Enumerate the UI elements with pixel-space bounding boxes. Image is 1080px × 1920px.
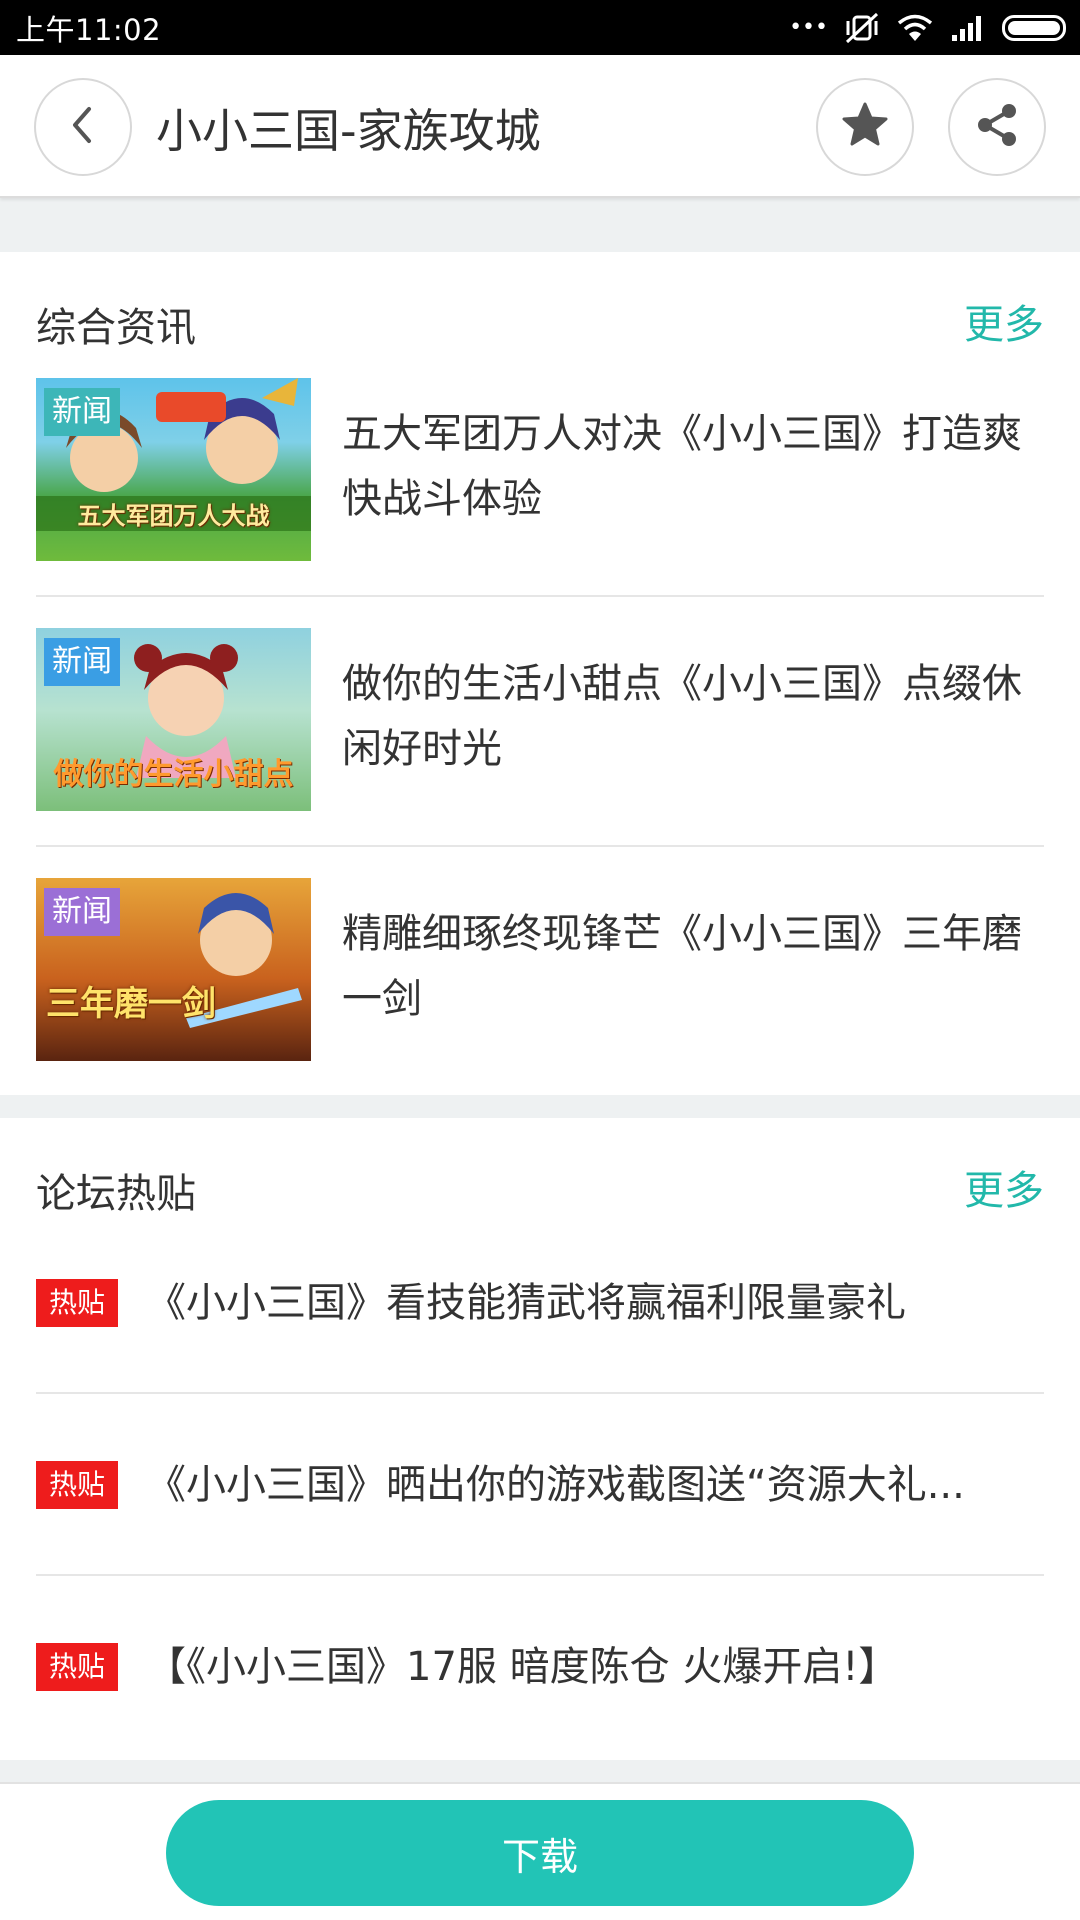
divider <box>36 845 1044 847</box>
news-thumbnail: 新闻 三年磨一剑 <box>36 878 311 1061</box>
forum-post[interactable]: 热贴 《小小三国》看技能猜武将赢福利限量豪礼 <box>36 1275 1044 1335</box>
news-thumbnail-caption: 做你的生活小甜点 <box>53 757 294 792</box>
news-label: 新闻 <box>44 388 120 436</box>
back-button[interactable] <box>34 78 132 176</box>
more-dots-icon: ••• <box>789 15 828 40</box>
bottom-bar: 下载 <box>0 1782 1080 1920</box>
forum-section: 论坛热贴 更多 热贴 《小小三国》看技能猜武将赢福利限量豪礼 热贴 《小小三国》… <box>0 1118 1080 1760</box>
download-button[interactable]: 下载 <box>166 1800 914 1906</box>
news-thumbnail: 新闻 做你的生活小甜点 <box>36 628 311 811</box>
news-section: 综合资讯 更多 新闻 五大军团万人大战 五大军团万人对决《小小三国》打造爽快战斗… <box>0 252 1080 1095</box>
mute-vibrate-icon <box>844 11 880 45</box>
forum-post[interactable]: 热贴 《小小三国》晒出你的游戏截图送“资源大礼... <box>36 1457 1044 1517</box>
forum-post-title: 【《小小三国》17服 暗度陈仓 火爆开启!】 <box>146 1644 899 1690</box>
news-thumbnail-caption: 五大军团万人大战 <box>36 496 311 531</box>
forum-post-title: 《小小三国》晒出你的游戏截图送“资源大礼... <box>146 1462 965 1508</box>
news-item[interactable]: 新闻 做你的生活小甜点 做你的生活小甜点《小小三国》点缀休闲好时光 <box>36 628 1044 811</box>
page-title: 小小三国-家族攻城 <box>156 104 541 158</box>
forum-section-title: 论坛热贴 <box>36 1171 196 1217</box>
forum-more-link[interactable]: 更多 <box>964 1158 1044 1216</box>
news-headline: 做你的生活小甜点《小小三国》点缀休闲好时光 <box>342 661 1022 772</box>
favorite-button[interactable] <box>816 78 914 176</box>
divider <box>36 1392 1044 1394</box>
news-item[interactable]: 新闻 三年磨一剑 精雕细琢终现锋芒《小小三国》三年磨一剑 <box>36 878 1044 1061</box>
share-button[interactable] <box>948 78 1046 176</box>
hot-badge: 热贴 <box>36 1279 118 1327</box>
app-header: 小小三国-家族攻城 <box>0 55 1080 198</box>
chevron-left-icon <box>65 103 101 151</box>
news-item[interactable]: 新闻 五大军团万人大战 五大军团万人对决《小小三国》打造爽快战斗体验 <box>36 378 1044 561</box>
status-bar: 上午11:02 ••• <box>0 0 1080 55</box>
forum-post-title: 《小小三国》看技能猜武将赢福利限量豪礼 <box>146 1280 906 1326</box>
battery-icon <box>1002 14 1066 41</box>
news-thumbnail-caption: 三年磨一剑 <box>46 984 216 1024</box>
signal-icon <box>950 13 986 43</box>
forum-post[interactable]: 热贴 【《小小三国》17服 暗度陈仓 火爆开启!】 <box>36 1639 1044 1699</box>
news-label: 新闻 <box>44 638 120 686</box>
news-label: 新闻 <box>44 888 120 936</box>
status-time: 上午11:02 <box>16 12 162 47</box>
news-headline: 五大军团万人对决《小小三国》打造爽快战斗体验 <box>342 411 1022 522</box>
share-icon <box>972 100 1022 154</box>
divider <box>36 595 1044 597</box>
news-more-link[interactable]: 更多 <box>964 292 1044 350</box>
news-thumbnail: 新闻 五大军团万人大战 <box>36 378 311 561</box>
status-icons: ••• <box>789 11 1066 45</box>
news-headline: 精雕细琢终现锋芒《小小三国》三年磨一剑 <box>342 911 1022 1022</box>
news-section-title: 综合资讯 <box>36 305 196 351</box>
hot-badge: 热贴 <box>36 1461 118 1509</box>
hot-badge: 热贴 <box>36 1643 118 1691</box>
wifi-icon <box>896 13 934 43</box>
divider <box>36 1574 1044 1576</box>
star-icon <box>840 101 890 153</box>
